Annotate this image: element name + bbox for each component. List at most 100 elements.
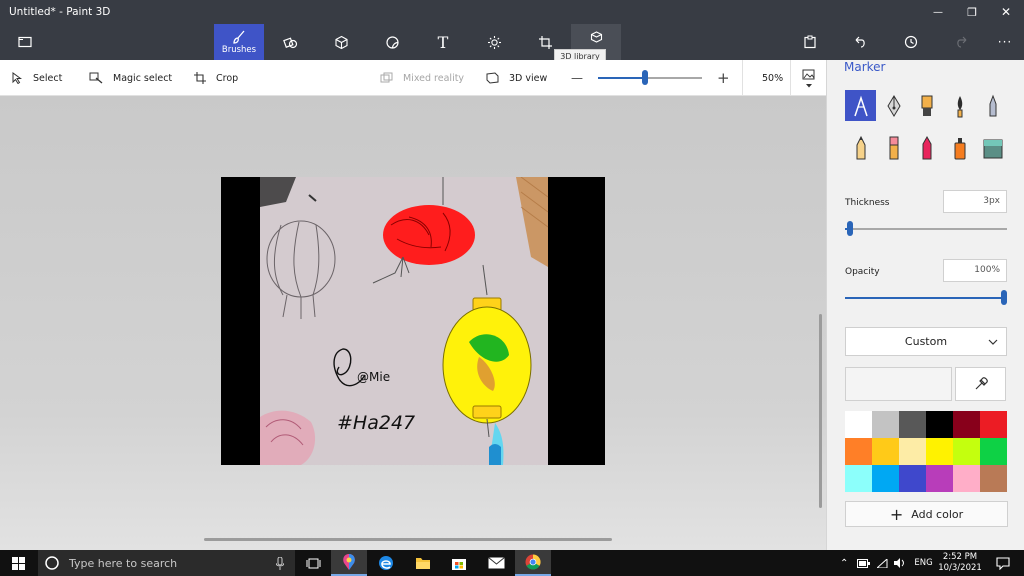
more-button[interactable]: ··· xyxy=(980,24,1024,60)
brush-pixel[interactable] xyxy=(977,90,1008,121)
brush-eraser[interactable] xyxy=(878,132,909,163)
restore-button[interactable]: ❐ xyxy=(955,0,989,24)
color-swatch[interactable] xyxy=(953,465,980,492)
eyedropper-button[interactable] xyxy=(955,367,1006,401)
3d-view-label: 3D view xyxy=(509,72,548,84)
chevron-up-icon[interactable]: ⌃ xyxy=(840,558,848,569)
eyedropper-icon xyxy=(975,377,988,390)
menu-button[interactable] xyxy=(0,24,50,60)
color-swatch[interactable] xyxy=(953,438,980,465)
brush-pencil[interactable] xyxy=(845,132,876,163)
add-color-button[interactable]: + Add color xyxy=(845,501,1008,527)
wifi-icon[interactable] xyxy=(877,558,888,568)
color-swatch[interactable] xyxy=(899,411,926,438)
taskbar-edge[interactable] xyxy=(368,550,404,576)
brush-watercolor[interactable] xyxy=(944,90,975,121)
color-swatch[interactable] xyxy=(845,411,872,438)
search-placeholder: Type here to search xyxy=(69,556,178,570)
zoom-slider-track[interactable] xyxy=(598,70,702,85)
brush-spray[interactable] xyxy=(944,132,975,163)
color-swatch[interactable] xyxy=(899,465,926,492)
view-options-button[interactable] xyxy=(790,60,826,96)
stickers-tab[interactable] xyxy=(367,24,417,60)
color-swatch[interactable] xyxy=(872,438,899,465)
magic-select-label: Magic select xyxy=(113,72,173,84)
paste-button[interactable] xyxy=(785,24,835,60)
thickness-slider-track[interactable] xyxy=(845,221,1007,236)
color-swatch[interactable] xyxy=(845,438,872,465)
canvas-hashtag: #Ha247 xyxy=(337,412,415,434)
magic-select-button[interactable]: Magic select xyxy=(89,60,172,96)
canvas-workspace[interactable]: @Mie #Ha247 xyxy=(0,96,826,550)
color-swatch[interactable] xyxy=(980,465,1007,492)
color-swatch[interactable] xyxy=(980,438,1007,465)
clock[interactable]: 2:52 PM 10/3/2021 xyxy=(935,550,985,576)
clock-date: 10/3/2021 xyxy=(938,563,982,573)
opacity-slider-thumb[interactable] xyxy=(1001,290,1007,305)
taskbar-file-explorer[interactable] xyxy=(405,550,441,576)
start-button[interactable] xyxy=(0,550,36,576)
brush-calligraphy[interactable] xyxy=(878,90,909,121)
brush-oil[interactable] xyxy=(911,90,942,121)
minimize-button[interactable]: — xyxy=(921,0,955,24)
color-mode-dropdown[interactable]: Custom xyxy=(845,327,1007,356)
taskbar-paint3d[interactable] xyxy=(331,550,367,576)
taskbar-search-box[interactable]: Type here to search xyxy=(38,550,295,576)
input-language[interactable]: ENG xyxy=(914,558,932,568)
3d-view-button[interactable]: 3D view xyxy=(486,60,547,96)
task-view-button[interactable] xyxy=(295,550,331,576)
taskbar-chrome[interactable] xyxy=(515,550,551,576)
history-button[interactable] xyxy=(886,24,936,60)
select-button[interactable]: Select xyxy=(12,60,62,96)
color-swatch[interactable] xyxy=(872,411,899,438)
color-swatch[interactable] xyxy=(872,465,899,492)
color-swatch[interactable] xyxy=(926,411,953,438)
drawing-canvas[interactable]: @Mie #Ha247 xyxy=(221,177,605,465)
eraser-icon xyxy=(889,136,898,159)
close-button[interactable]: ✕ xyxy=(989,0,1023,24)
thickness-input[interactable]: 3px xyxy=(943,190,1007,213)
color-swatch[interactable] xyxy=(845,465,872,492)
color-swatch[interactable] xyxy=(980,411,1007,438)
chrome-icon xyxy=(525,554,541,570)
color-swatch[interactable] xyxy=(953,411,980,438)
text-tab[interactable]: T xyxy=(418,24,468,60)
crop-label: Crop xyxy=(216,72,239,84)
zoom-slider-thumb[interactable] xyxy=(642,70,648,85)
horizontal-scrollbar[interactable] xyxy=(204,538,612,541)
mixed-reality-icon xyxy=(380,72,393,83)
notifications-button[interactable] xyxy=(985,550,1021,576)
color-swatch[interactable] xyxy=(899,438,926,465)
opacity-slider-track[interactable] xyxy=(845,290,1007,305)
zoom-in-button[interactable]: + xyxy=(717,60,730,96)
brush-crayon[interactable] xyxy=(911,132,942,163)
paint-3d-icon xyxy=(343,554,355,570)
opacity-label: Opacity xyxy=(845,267,880,277)
pencil-icon xyxy=(856,135,865,159)
crop-button[interactable]: Crop xyxy=(194,60,238,96)
battery-icon[interactable] xyxy=(857,558,871,568)
brush-fill[interactable] xyxy=(977,132,1008,163)
volume-icon[interactable] xyxy=(894,558,906,568)
sun-icon xyxy=(487,35,501,49)
brushes-tab[interactable]: Brushes xyxy=(214,24,264,60)
crayon-icon xyxy=(922,135,931,159)
zoom-out-button[interactable]: — xyxy=(571,60,583,96)
2d-shapes-tab[interactable] xyxy=(265,24,315,60)
opacity-input[interactable]: 100% xyxy=(943,259,1007,282)
brush-marker[interactable] xyxy=(845,90,876,121)
3d-shapes-tab[interactable] xyxy=(316,24,366,60)
mixed-reality-button[interactable]: Mixed reality xyxy=(380,60,464,96)
color-swatch[interactable] xyxy=(926,438,953,465)
vertical-scrollbar[interactable] xyxy=(819,314,822,508)
chevron-down-icon xyxy=(988,339,998,345)
taskbar-store[interactable] xyxy=(441,550,477,576)
color-swatch[interactable] xyxy=(926,465,953,492)
thickness-slider-thumb[interactable] xyxy=(847,221,853,236)
close-icon: ✕ xyxy=(1000,5,1012,19)
effects-tab[interactable] xyxy=(469,24,519,60)
watercolor-icon xyxy=(957,95,962,117)
taskbar-mail[interactable] xyxy=(478,550,514,576)
store-icon xyxy=(452,559,466,570)
undo-button[interactable] xyxy=(835,24,885,60)
